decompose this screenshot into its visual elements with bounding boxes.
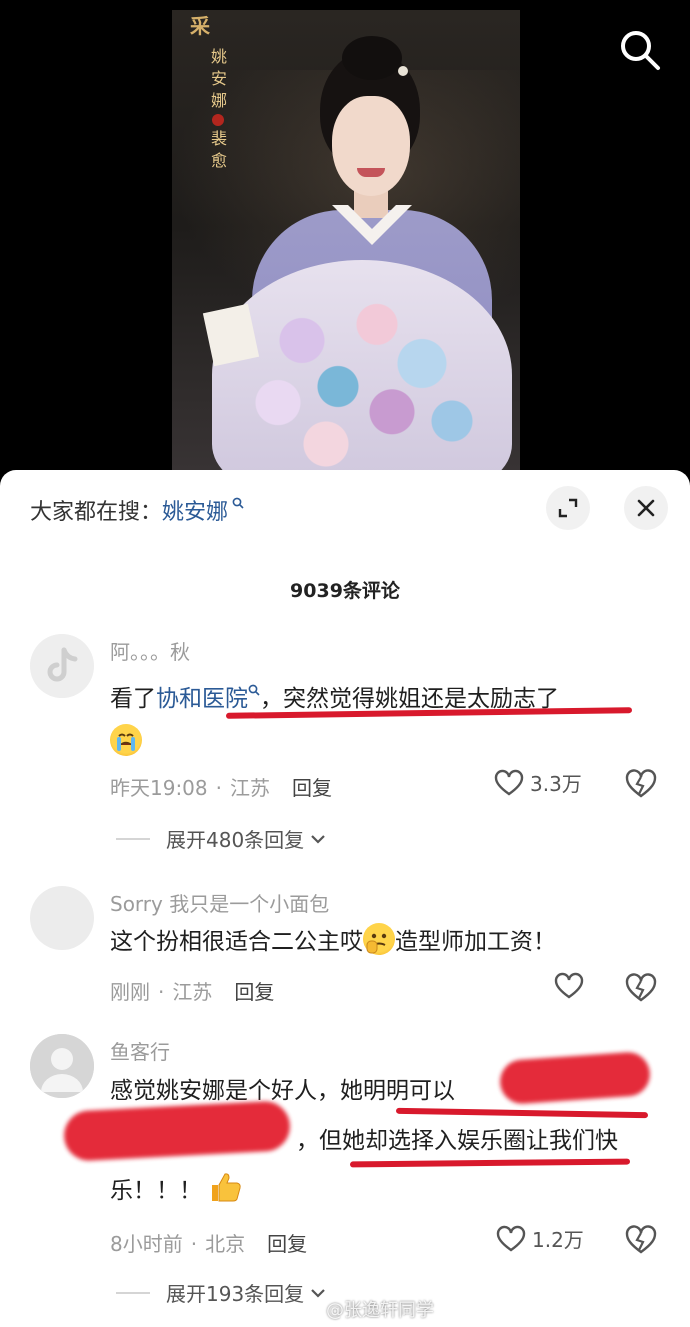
- comment-author[interactable]: 阿。。。秋: [110, 636, 190, 665]
- close-button[interactable]: [624, 486, 668, 530]
- comment-text: 看了协和医院 ，突然觉得姚姐还是太励志了: [110, 670, 670, 765]
- hair-bun: [342, 36, 402, 80]
- video-player[interactable]: 采 姚安娜 裴愈: [0, 0, 690, 490]
- comment-search-link[interactable]: 协和医院: [156, 686, 248, 712]
- poster-title: 采: [190, 14, 210, 38]
- broken-heart-icon: [625, 1225, 657, 1254]
- comment-text: 这个扮相很适合二公主哎 造型师加工资！: [110, 920, 670, 964]
- avatar[interactable]: [30, 886, 94, 950]
- comment-location: 江苏: [172, 980, 213, 1004]
- flower-bouquet: [212, 260, 512, 490]
- expand-icon: [558, 498, 578, 518]
- comment-meta: 昨天19:08 · 江苏 回复: [110, 776, 332, 800]
- like-count: 1.2万: [532, 1228, 584, 1252]
- dislike-button[interactable]: [624, 768, 658, 802]
- heart-icon: [496, 1225, 526, 1251]
- expand-replies[interactable]: 展开480条回复: [116, 824, 326, 853]
- broken-heart-icon: [625, 973, 657, 1002]
- weibo-logo-icon: [300, 1302, 321, 1319]
- loudly-crying-face-icon: [110, 724, 142, 756]
- comment-author[interactable]: Sorry 我只是一个小面包: [110, 888, 329, 917]
- search-icon: [621, 31, 660, 70]
- heart-icon: [494, 769, 524, 795]
- like-count: 3.3万: [530, 772, 582, 796]
- search-keyword-icon: [228, 497, 244, 513]
- expand-replies-label: 展开193条回复: [166, 1282, 305, 1306]
- expand-replies-label: 展开480条回复: [166, 828, 305, 852]
- avatar[interactable]: [30, 634, 94, 698]
- comment-author[interactable]: 鱼客行: [110, 1036, 170, 1065]
- avatar[interactable]: [30, 1034, 94, 1098]
- like-button[interactable]: [554, 972, 584, 1000]
- face: [332, 96, 410, 196]
- reply-button[interactable]: 回复: [292, 776, 332, 800]
- comment-time: 昨天19:08: [110, 776, 208, 800]
- reply-button[interactable]: 回复: [267, 1232, 307, 1256]
- comment-location: 江苏: [230, 776, 270, 800]
- broken-heart-icon: [625, 769, 657, 798]
- search-keyword-icon: [248, 684, 260, 699]
- comment-text-part: 这个扮相很适合二公主哎: [110, 929, 363, 955]
- dislike-button[interactable]: [624, 972, 658, 1006]
- hairpin: [398, 66, 408, 76]
- dislike-button[interactable]: [624, 1224, 658, 1258]
- comment-text-line: 感觉姚安娜是个好人，她明明可以: [110, 1078, 455, 1104]
- thinking-face-icon: [363, 923, 395, 955]
- trending-search-prefix: 大家都在搜：: [30, 500, 163, 525]
- poster-actor-name: 姚安娜: [210, 47, 227, 110]
- reply-button[interactable]: 回复: [234, 980, 274, 1004]
- heart-icon: [554, 972, 584, 999]
- thumbs-up-icon: [208, 1170, 242, 1204]
- search-button[interactable]: [616, 26, 664, 74]
- trending-search-keyword[interactable]: 姚安娜: [162, 500, 228, 525]
- default-avatar-icon: [30, 1034, 94, 1098]
- divider: [116, 1291, 150, 1294]
- comment-time: 8小时前: [110, 1232, 183, 1256]
- poster-role-name: 裴愈: [210, 129, 227, 170]
- tiktok-logo-icon: [30, 634, 94, 698]
- close-icon: [637, 499, 655, 517]
- watermark-text: @张逸轩同学: [326, 1300, 434, 1321]
- like-button[interactable]: 3.3万: [494, 768, 582, 797]
- comment-text-line: 乐！！！: [110, 1178, 202, 1204]
- chevron-down-icon: [311, 834, 325, 844]
- divider: [116, 837, 150, 840]
- comment-location: 北京: [205, 1232, 246, 1256]
- expand-replies[interactable]: 展开193条回复: [116, 1278, 326, 1307]
- trending-search[interactable]: 大家都在搜：姚安娜: [30, 494, 244, 526]
- like-button[interactable]: 1.2万: [496, 1224, 584, 1253]
- comment-text-part: 造型师加工资！: [395, 929, 556, 955]
- comment-panel: 大家都在搜：姚安娜 9039条评论 阿。。。秋 看了协和医院 ，突然觉得姚姐还是太…: [0, 470, 690, 1327]
- poster-seal: [212, 114, 224, 126]
- comment-meta: 刚刚 · 江苏 回复: [110, 980, 275, 1004]
- comment-text-line: ，但她却选择入娱乐圈让我们快: [296, 1128, 618, 1154]
- weibo-watermark: @张逸轩同学: [300, 1296, 434, 1322]
- video-frame: 采 姚安娜 裴愈: [172, 10, 520, 490]
- comment-meta: 8小时前 · 北京 回复: [110, 1232, 308, 1256]
- comment-text-part: 看了: [110, 686, 156, 712]
- comment-time: 刚刚: [110, 980, 150, 1004]
- expand-button[interactable]: [546, 486, 590, 530]
- comment-count: 9039条评论: [290, 580, 400, 602]
